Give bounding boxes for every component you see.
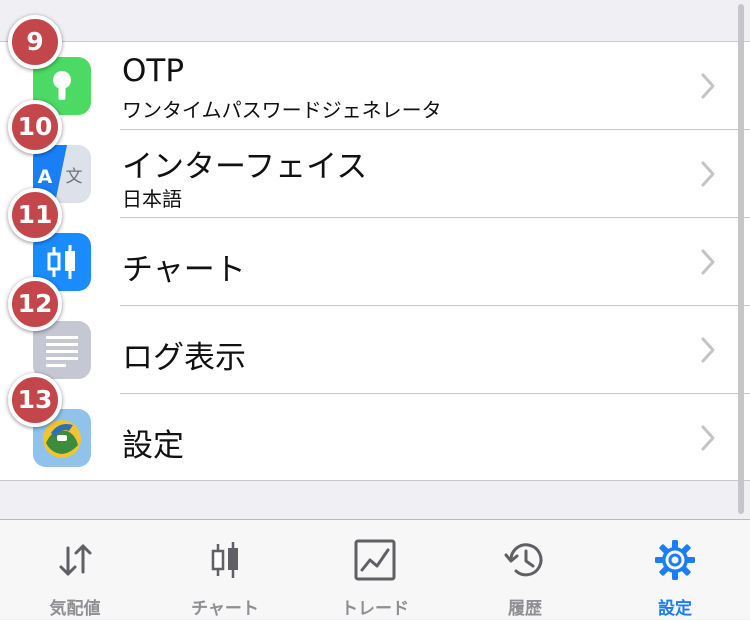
trade-chart-icon (354, 539, 396, 581)
settings-item-log[interactable]: ログ表示 (0, 306, 750, 394)
settings-item-interface[interactable]: A 文 インターフェイス 日本語 (0, 130, 750, 218)
tab-label: 気配値 (49, 599, 101, 619)
chevron-right-icon (701, 73, 715, 99)
top-spacer (0, 0, 750, 41)
tab-quotes[interactable]: 気配値 (0, 520, 150, 620)
tab-label: 設定 (658, 599, 692, 619)
tab-trade[interactable]: トレード (300, 520, 450, 620)
settings-gear-icon (655, 540, 695, 580)
annotation-badge: 9 (8, 15, 62, 69)
annotation-badge: 11 (8, 188, 62, 242)
tab-history[interactable]: 履歴 (450, 520, 600, 620)
tab-label: チャート (191, 599, 259, 619)
tab-label: トレード (341, 599, 409, 619)
history-clock-icon (504, 543, 543, 577)
settings-item-title: インターフェイス (122, 149, 368, 185)
scrollbar[interactable] (738, 4, 744, 514)
settings-item-subtitle: 日本語 (122, 187, 182, 211)
settings-item-settings[interactable]: 設定 (0, 394, 750, 482)
tab-chart[interactable]: チャート (150, 520, 300, 620)
settings-item-title: 設定 (122, 428, 184, 464)
settings-item-otp[interactable]: OTP ワンタイムパスワードジェネレータ (0, 42, 750, 130)
settings-item-title: OTP (122, 53, 185, 89)
tab-settings[interactable]: 設定 (600, 520, 750, 620)
svg-text:文: 文 (66, 167, 83, 187)
settings-item-title: ログ表示 (122, 340, 246, 376)
settings-item-chart[interactable]: チャート (0, 218, 750, 306)
chevron-right-icon (701, 337, 715, 363)
chevron-right-icon (701, 161, 715, 187)
chart-candles-icon (211, 542, 238, 578)
settings-list: OTP ワンタイムパスワードジェネレータ A 文 インターフェイス 日本語 チャ… (0, 41, 750, 481)
chevron-right-icon (701, 249, 715, 275)
annotation-badge: 10 (8, 100, 62, 154)
quotes-arrows-icon (59, 544, 92, 576)
chevron-right-icon (701, 425, 715, 451)
svg-text:A: A (38, 166, 53, 188)
tab-bar: 気配値 チャート トレード 履歴 設定 (0, 519, 750, 619)
annotation-badge: 13 (8, 373, 62, 427)
annotation-badge: 12 (8, 277, 62, 331)
settings-item-title: チャート (122, 252, 246, 288)
settings-item-subtitle: ワンタイムパスワードジェネレータ (122, 98, 442, 122)
tab-label: 履歴 (508, 599, 542, 619)
